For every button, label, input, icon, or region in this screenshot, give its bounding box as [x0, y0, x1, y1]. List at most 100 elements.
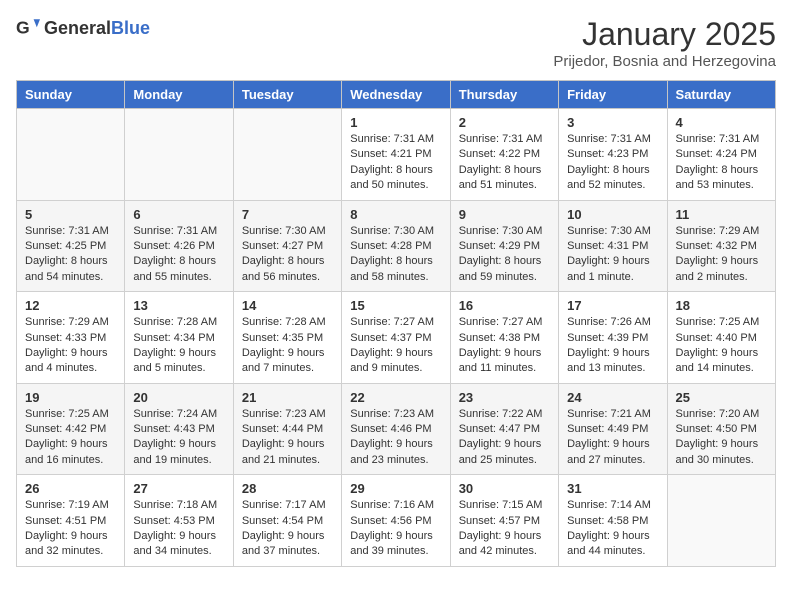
sunset-text: Sunset: 4:21 PM	[350, 148, 431, 160]
calendar-cell: 12 Sunrise: 7:29 AM Sunset: 4:33 PM Dayl…	[17, 292, 125, 384]
day-info: Sunrise: 7:19 AM Sunset: 4:51 PM Dayligh…	[25, 498, 116, 560]
weekday-header-row: Sunday Monday Tuesday Wednesday Thursday…	[17, 81, 776, 109]
calendar-cell: 25 Sunrise: 7:20 AM Sunset: 4:50 PM Dayl…	[667, 383, 775, 475]
daylight-text: Daylight: 8 hours and 54 minutes.	[25, 255, 108, 282]
daylight-text: Daylight: 9 hours and 7 minutes.	[242, 347, 325, 374]
daylight-text: Daylight: 8 hours and 52 minutes.	[567, 164, 650, 191]
calendar-cell: 11 Sunrise: 7:29 AM Sunset: 4:32 PM Dayl…	[667, 200, 775, 292]
calendar-cell: 26 Sunrise: 7:19 AM Sunset: 4:51 PM Dayl…	[17, 475, 125, 567]
daylight-text: Daylight: 8 hours and 53 minutes.	[676, 164, 759, 191]
sunset-text: Sunset: 4:50 PM	[676, 423, 757, 435]
sunset-text: Sunset: 4:25 PM	[25, 240, 106, 252]
sunset-text: Sunset: 4:24 PM	[676, 148, 757, 160]
calendar-cell: 22 Sunrise: 7:23 AM Sunset: 4:46 PM Dayl…	[342, 383, 450, 475]
sunrise-text: Sunrise: 7:21 AM	[567, 408, 651, 420]
sunset-text: Sunset: 4:35 PM	[242, 332, 323, 344]
daylight-text: Daylight: 9 hours and 1 minute.	[567, 255, 650, 282]
day-number: 19	[25, 390, 116, 405]
sunset-text: Sunset: 4:37 PM	[350, 332, 431, 344]
calendar-cell: 2 Sunrise: 7:31 AM Sunset: 4:22 PM Dayli…	[450, 109, 558, 201]
day-info: Sunrise: 7:20 AM Sunset: 4:50 PM Dayligh…	[676, 407, 767, 469]
header-wednesday: Wednesday	[342, 81, 450, 109]
sunrise-text: Sunrise: 7:29 AM	[25, 316, 109, 328]
day-number: 2	[459, 115, 550, 130]
day-info: Sunrise: 7:30 AM Sunset: 4:27 PM Dayligh…	[242, 224, 333, 286]
calendar-cell: 17 Sunrise: 7:26 AM Sunset: 4:39 PM Dayl…	[559, 292, 667, 384]
calendar-week-5: 26 Sunrise: 7:19 AM Sunset: 4:51 PM Dayl…	[17, 475, 776, 567]
day-number: 25	[676, 390, 767, 405]
day-number: 13	[133, 298, 224, 313]
daylight-text: Daylight: 8 hours and 59 minutes.	[459, 255, 542, 282]
calendar-cell: 19 Sunrise: 7:25 AM Sunset: 4:42 PM Dayl…	[17, 383, 125, 475]
day-info: Sunrise: 7:25 AM Sunset: 4:42 PM Dayligh…	[25, 407, 116, 469]
calendar-cell: 8 Sunrise: 7:30 AM Sunset: 4:28 PM Dayli…	[342, 200, 450, 292]
daylight-text: Daylight: 9 hours and 13 minutes.	[567, 347, 650, 374]
day-info: Sunrise: 7:29 AM Sunset: 4:33 PM Dayligh…	[25, 315, 116, 377]
day-number: 7	[242, 207, 333, 222]
daylight-text: Daylight: 8 hours and 50 minutes.	[350, 164, 433, 191]
day-info: Sunrise: 7:26 AM Sunset: 4:39 PM Dayligh…	[567, 315, 658, 377]
logo: G GeneralBlue	[16, 16, 150, 40]
sunset-text: Sunset: 4:34 PM	[133, 332, 214, 344]
sunrise-text: Sunrise: 7:30 AM	[567, 225, 651, 237]
calendar-cell	[667, 475, 775, 567]
day-number: 6	[133, 207, 224, 222]
header: G GeneralBlue January 2025 Prijedor, Bos…	[16, 16, 776, 70]
day-number: 12	[25, 298, 116, 313]
day-number: 14	[242, 298, 333, 313]
sunset-text: Sunset: 4:38 PM	[459, 332, 540, 344]
daylight-text: Daylight: 9 hours and 2 minutes.	[676, 255, 759, 282]
day-number: 3	[567, 115, 658, 130]
calendar-cell: 5 Sunrise: 7:31 AM Sunset: 4:25 PM Dayli…	[17, 200, 125, 292]
sunset-text: Sunset: 4:42 PM	[25, 423, 106, 435]
header-friday: Friday	[559, 81, 667, 109]
sunrise-text: Sunrise: 7:31 AM	[350, 133, 434, 145]
sunrise-text: Sunrise: 7:24 AM	[133, 408, 217, 420]
daylight-text: Daylight: 9 hours and 39 minutes.	[350, 530, 433, 557]
day-number: 29	[350, 481, 441, 496]
sunrise-text: Sunrise: 7:16 AM	[350, 499, 434, 511]
sunrise-text: Sunrise: 7:15 AM	[459, 499, 543, 511]
month-title: January 2025	[553, 16, 776, 53]
daylight-text: Daylight: 9 hours and 27 minutes.	[567, 438, 650, 465]
sunrise-text: Sunrise: 7:31 AM	[459, 133, 543, 145]
sunset-text: Sunset: 4:23 PM	[567, 148, 648, 160]
header-tuesday: Tuesday	[233, 81, 341, 109]
location-subtitle: Prijedor, Bosnia and Herzegovina	[553, 53, 776, 70]
day-number: 20	[133, 390, 224, 405]
day-number: 11	[676, 207, 767, 222]
day-info: Sunrise: 7:23 AM Sunset: 4:44 PM Dayligh…	[242, 407, 333, 469]
day-info: Sunrise: 7:31 AM Sunset: 4:23 PM Dayligh…	[567, 132, 658, 194]
day-number: 27	[133, 481, 224, 496]
sunrise-text: Sunrise: 7:18 AM	[133, 499, 217, 511]
calendar-cell: 29 Sunrise: 7:16 AM Sunset: 4:56 PM Dayl…	[342, 475, 450, 567]
sunrise-text: Sunrise: 7:30 AM	[350, 225, 434, 237]
day-info: Sunrise: 7:15 AM Sunset: 4:57 PM Dayligh…	[459, 498, 550, 560]
sunrise-text: Sunrise: 7:28 AM	[242, 316, 326, 328]
day-info: Sunrise: 7:31 AM Sunset: 4:24 PM Dayligh…	[676, 132, 767, 194]
calendar-cell: 10 Sunrise: 7:30 AM Sunset: 4:31 PM Dayl…	[559, 200, 667, 292]
daylight-text: Daylight: 8 hours and 51 minutes.	[459, 164, 542, 191]
daylight-text: Daylight: 8 hours and 58 minutes.	[350, 255, 433, 282]
sunrise-text: Sunrise: 7:20 AM	[676, 408, 760, 420]
day-number: 4	[676, 115, 767, 130]
sunset-text: Sunset: 4:29 PM	[459, 240, 540, 252]
calendar-cell: 27 Sunrise: 7:18 AM Sunset: 4:53 PM Dayl…	[125, 475, 233, 567]
sunrise-text: Sunrise: 7:19 AM	[25, 499, 109, 511]
daylight-text: Daylight: 9 hours and 9 minutes.	[350, 347, 433, 374]
day-number: 24	[567, 390, 658, 405]
daylight-text: Daylight: 9 hours and 5 minutes.	[133, 347, 216, 374]
day-info: Sunrise: 7:22 AM Sunset: 4:47 PM Dayligh…	[459, 407, 550, 469]
sunset-text: Sunset: 4:56 PM	[350, 515, 431, 527]
sunrise-text: Sunrise: 7:31 AM	[25, 225, 109, 237]
day-info: Sunrise: 7:31 AM Sunset: 4:21 PM Dayligh…	[350, 132, 441, 194]
sunset-text: Sunset: 4:51 PM	[25, 515, 106, 527]
header-sunday: Sunday	[17, 81, 125, 109]
calendar-cell: 1 Sunrise: 7:31 AM Sunset: 4:21 PM Dayli…	[342, 109, 450, 201]
sunset-text: Sunset: 4:54 PM	[242, 515, 323, 527]
day-number: 17	[567, 298, 658, 313]
logo-icon: G	[16, 16, 40, 40]
day-info: Sunrise: 7:27 AM Sunset: 4:38 PM Dayligh…	[459, 315, 550, 377]
day-number: 15	[350, 298, 441, 313]
calendar-cell: 3 Sunrise: 7:31 AM Sunset: 4:23 PM Dayli…	[559, 109, 667, 201]
